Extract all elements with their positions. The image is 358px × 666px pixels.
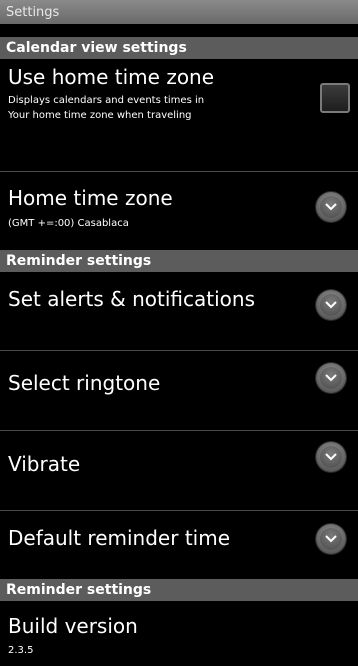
pref-build-version: Build version 2.3.5 xyxy=(0,601,358,666)
section-header-label: Reminder settings xyxy=(6,582,152,598)
section-header-reminder: Reminder settings xyxy=(0,250,358,272)
pref-title: Home time zone xyxy=(8,186,173,210)
chevron-down-icon[interactable] xyxy=(316,524,346,554)
use-home-time-zone-checkbox[interactable] xyxy=(320,83,350,113)
pref-default-reminder-time[interactable]: Default reminder time xyxy=(0,511,358,572)
pref-summary-line1: Displays calendars and events times in xyxy=(8,95,205,106)
page-title: Settings xyxy=(6,4,60,20)
pref-title: Set alerts & notifications xyxy=(8,287,256,311)
pref-use-home-time-zone[interactable]: Use home time zone Displays calendars an… xyxy=(0,59,358,171)
build-version-value: 2.3.5 xyxy=(8,645,34,656)
pref-vibrate[interactable]: Vibrate xyxy=(0,431,358,510)
chevron-down-icon[interactable] xyxy=(316,442,346,472)
pref-title: Default reminder time xyxy=(8,526,231,550)
title-bar: Settings xyxy=(0,0,358,24)
pref-summary: (GMT +=:00) Casablaca xyxy=(8,218,129,229)
pref-title: Select ringtone xyxy=(8,371,161,395)
pref-title: Vibrate xyxy=(8,452,81,476)
pref-title: Use home time zone xyxy=(8,65,215,89)
pref-home-time-zone[interactable]: Home time zone (GMT +=:00) Casablaca xyxy=(0,172,358,250)
section-header-label: Reminder settings xyxy=(6,253,152,269)
pref-set-alerts-notifications[interactable]: Set alerts & notifications xyxy=(0,272,358,350)
section-header-label: Calendar view settings xyxy=(6,40,187,56)
pref-select-ringtone[interactable]: Select ringtone xyxy=(0,351,358,430)
pref-title: Build version xyxy=(8,614,138,638)
chevron-down-icon[interactable] xyxy=(316,192,346,222)
section-header-calendar-view: Calendar view settings xyxy=(0,37,358,59)
pref-summary-line2: Your home time zone when traveling xyxy=(8,110,192,121)
section-header-about: Reminder settings xyxy=(0,579,358,601)
chevron-down-icon[interactable] xyxy=(316,363,346,393)
chevron-down-icon[interactable] xyxy=(316,290,346,320)
